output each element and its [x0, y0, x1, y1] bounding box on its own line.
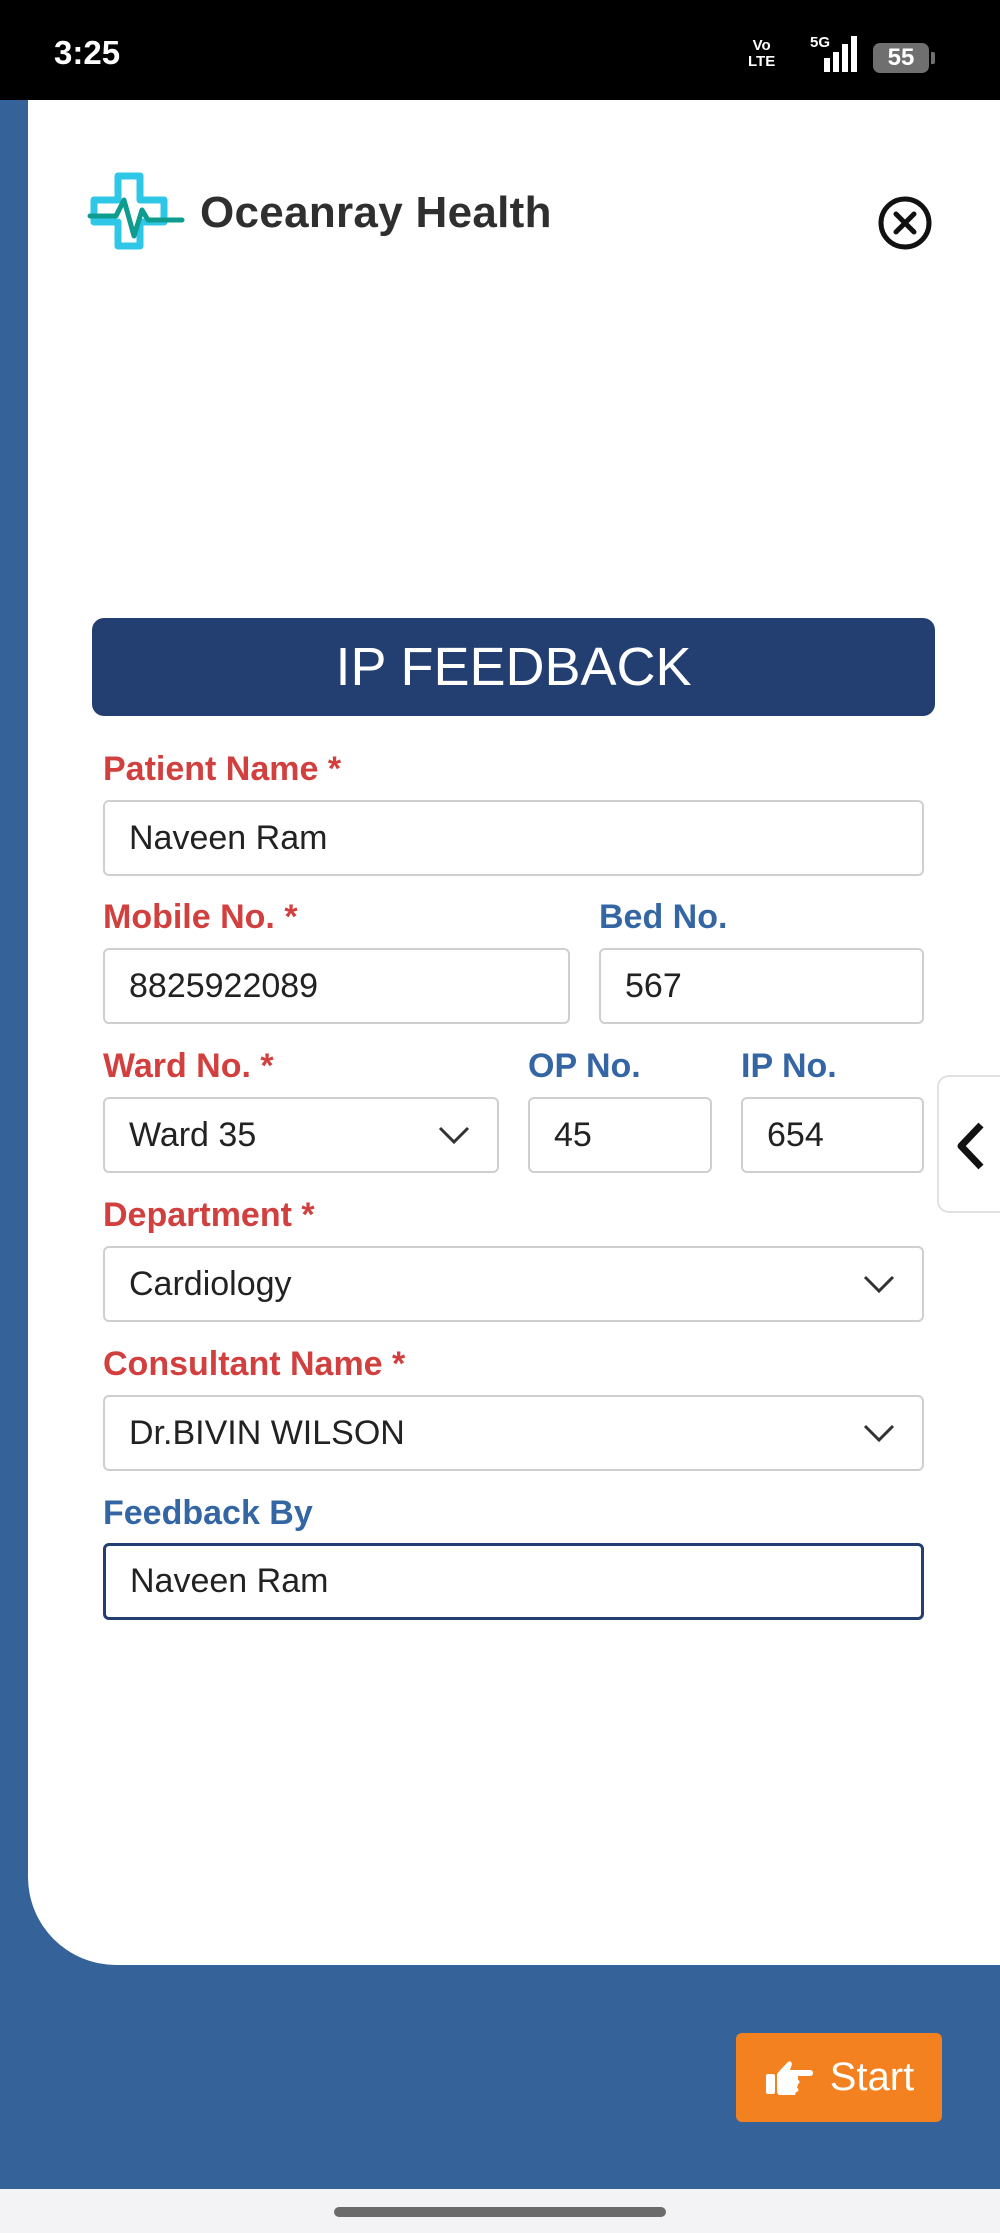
chevron-down-icon: [863, 1424, 895, 1443]
close-circle-icon[interactable]: [877, 195, 933, 251]
system-nav-bar: [0, 2189, 1000, 2233]
ip-input[interactable]: 654: [741, 1097, 924, 1173]
consultant-label: Consultant Name *: [103, 1345, 406, 1383]
department-select[interactable]: Cardiology: [103, 1246, 924, 1322]
volte-indicator: Vo LTE: [748, 37, 776, 70]
brand-name: Oceanray Health: [200, 188, 552, 237]
oceanray-logo-icon: [86, 170, 186, 266]
mobile-input[interactable]: 8825922089: [103, 948, 570, 1024]
op-input[interactable]: 45: [528, 1097, 712, 1173]
battery-icon: 55: [873, 43, 935, 73]
chevron-left-icon: [957, 1122, 984, 1170]
start-button-label: Start: [829, 2055, 915, 2099]
ward-select[interactable]: Ward 35: [103, 1097, 499, 1173]
signal-icon: 5G: [810, 34, 860, 74]
page-title: IP FEEDBACK: [92, 618, 935, 716]
chevron-down-icon: [438, 1126, 470, 1145]
start-button[interactable]: Start: [736, 2033, 942, 2122]
consultant-select[interactable]: Dr.BIVIN WILSON: [103, 1395, 924, 1471]
pointing-hand-icon: [765, 2060, 813, 2095]
feedback-by-input[interactable]: Naveen Ram: [103, 1543, 924, 1620]
patient-name-label: Patient Name *: [103, 750, 342, 788]
side-panel-toggle[interactable]: [937, 1075, 1000, 1213]
mobile-label: Mobile No. *: [103, 898, 298, 936]
feedback-card: [28, 100, 1000, 1965]
status-bar: 3:25 Vo LTE 5G 55: [0, 0, 1000, 100]
ward-label: Ward No. *: [103, 1047, 274, 1085]
op-label: OP No.: [528, 1047, 641, 1085]
ip-label: IP No.: [741, 1047, 837, 1085]
department-label: Department *: [103, 1196, 315, 1234]
home-handle[interactable]: [334, 2207, 666, 2217]
feedback-by-label: Feedback By: [103, 1494, 313, 1532]
status-time: 3:25: [54, 34, 121, 71]
bed-label: Bed No.: [599, 898, 728, 936]
chevron-down-icon: [863, 1275, 895, 1294]
bed-input[interactable]: 567: [599, 948, 924, 1024]
patient-name-input[interactable]: Naveen Ram: [103, 800, 924, 876]
